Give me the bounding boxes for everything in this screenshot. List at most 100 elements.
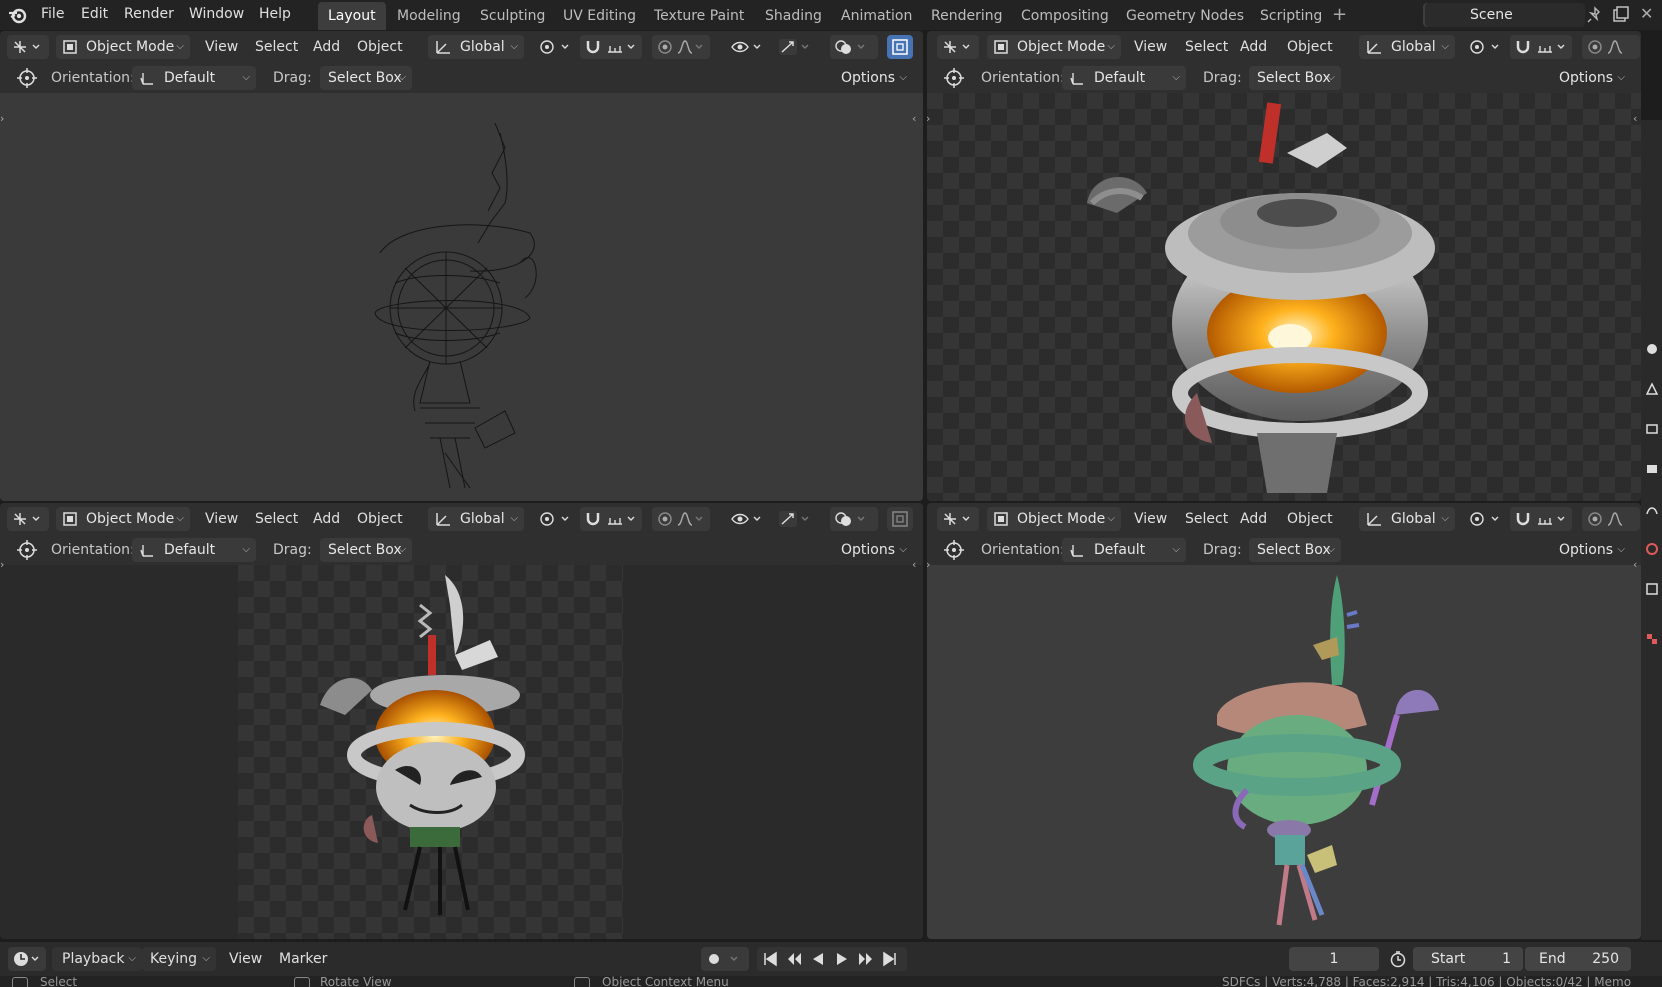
pivot-point-icon[interactable]	[1468, 38, 1504, 56]
orientation-dropdown[interactable]: Default ⌵	[132, 66, 256, 90]
magnet-icon[interactable]	[1514, 510, 1532, 528]
menu-file[interactable]: File	[41, 0, 64, 30]
mode-dropdown[interactable]: Object Mode ⌵	[987, 507, 1121, 531]
viewport-bottom-right[interactable]: Object Mode ⌵ View Select Add Object Glob…	[927, 503, 1641, 939]
snap-increment-icon[interactable]	[1536, 510, 1570, 528]
jump-end-icon[interactable]	[881, 950, 899, 968]
drag-dropdown[interactable]: Select Box ⌵	[320, 66, 412, 90]
viewport-top-right[interactable]: Object Mode ⌵ View Select Add Object Glob…	[927, 31, 1641, 501]
region-toggle-icon[interactable]: ‹	[912, 112, 916, 125]
menu-select[interactable]: Select	[1185, 507, 1228, 531]
menu-add[interactable]: Add	[313, 507, 340, 531]
mode-dropdown[interactable]: Object Mode ⌵	[56, 35, 190, 59]
play-reverse-icon[interactable]	[809, 950, 827, 968]
scene-properties-icon[interactable]	[1645, 502, 1659, 516]
region-toggle-icon[interactable]: ‹	[1633, 558, 1637, 571]
region-toggle-icon[interactable]: ›	[0, 112, 4, 125]
transform-orientation-dropdown[interactable]: Global ⌵	[428, 507, 524, 531]
options-dropdown[interactable]: Options ⌵	[833, 538, 913, 562]
orientation-dropdown[interactable]: Default ⌵	[1062, 66, 1186, 90]
snap-increment-icon[interactable]	[606, 510, 640, 528]
menu-add[interactable]: Add	[313, 35, 340, 59]
tab-scripting[interactable]: Scripting	[1250, 2, 1332, 30]
timeline-marker-menu[interactable]: Marker	[279, 947, 327, 971]
tab-shading[interactable]: Shading	[755, 2, 832, 30]
menu-add[interactable]: Add	[1240, 35, 1267, 59]
transform-orientation-dropdown[interactable]: Global ⌵	[1359, 35, 1455, 59]
tab-rendering[interactable]: Rendering	[921, 2, 1013, 30]
options-dropdown[interactable]: Options ⌵	[1551, 66, 1631, 90]
transform-tool-icon[interactable]	[15, 67, 39, 89]
transform-orientation-dropdown[interactable]: Global ⌵	[1359, 507, 1455, 531]
blender-logo-icon[interactable]	[8, 5, 28, 25]
editor-type-button[interactable]	[7, 507, 49, 531]
magnet-icon[interactable]	[584, 510, 602, 528]
viewport-canvas-rendered[interactable]	[927, 93, 1641, 501]
menu-view[interactable]: View	[205, 507, 238, 531]
options-dropdown[interactable]: Options ⌵	[833, 66, 913, 90]
render-properties-icon[interactable]	[1645, 382, 1659, 396]
proportional-editing-icon[interactable]	[656, 510, 674, 528]
viewport-canvas-wireframe[interactable]	[0, 93, 923, 501]
snap-increment-icon[interactable]	[1536, 38, 1570, 56]
editor-type-button[interactable]	[937, 507, 979, 531]
current-frame-field[interactable]: 1	[1289, 947, 1379, 971]
drag-dropdown[interactable]: Select Box ⌵	[1249, 66, 1341, 90]
jump-keyframe-back-icon[interactable]	[785, 950, 803, 968]
viewport-top-left[interactable]: Object Mode ⌵ View Select Add Object Glob…	[0, 31, 923, 501]
mode-dropdown[interactable]: Object Mode ⌵	[56, 507, 190, 531]
viewport-canvas-solid[interactable]	[927, 565, 1641, 939]
editor-type-button[interactable]	[937, 35, 979, 59]
jump-keyframe-forward-icon[interactable]	[857, 950, 875, 968]
start-frame-field[interactable]: Start 1	[1413, 947, 1523, 971]
falloff-icon[interactable]	[676, 510, 708, 528]
menu-select[interactable]: Select	[255, 35, 298, 59]
transform-orientation-dropdown[interactable]: Global ⌵	[428, 35, 524, 59]
collection-properties-icon[interactable]	[1645, 582, 1659, 596]
drag-dropdown[interactable]: Select Box ⌵	[1249, 538, 1341, 562]
pivot-point-icon[interactable]	[538, 510, 574, 528]
falloff-icon[interactable]	[1606, 510, 1638, 528]
viewport-canvas-camera[interactable]	[0, 565, 923, 939]
menu-view[interactable]: View	[1134, 507, 1167, 531]
visibility-icon[interactable]	[730, 38, 766, 56]
region-toggle-icon[interactable]: ›	[0, 558, 4, 571]
proportional-editing-icon[interactable]	[1586, 38, 1604, 56]
orientation-dropdown[interactable]: Default ⌵	[132, 538, 256, 562]
gizmo-icon[interactable]	[778, 38, 814, 56]
tab-compositing[interactable]: Compositing	[1011, 2, 1119, 30]
world-properties-icon[interactable]	[1645, 542, 1659, 556]
texture-properties-icon[interactable]	[1645, 632, 1659, 646]
menu-edit[interactable]: Edit	[81, 0, 108, 30]
tool-properties-icon[interactable]	[1645, 342, 1659, 356]
viewport-bottom-left[interactable]: Object Mode ⌵ View Select Add Object Glob…	[0, 503, 923, 939]
tab-modeling[interactable]: Modeling	[387, 2, 471, 30]
region-toggle-icon[interactable]: ›	[927, 112, 930, 125]
options-dropdown[interactable]: Options ⌵	[1551, 538, 1631, 562]
menu-select[interactable]: Select	[255, 507, 298, 531]
pin-icon[interactable]	[1586, 6, 1604, 24]
tab-texture-paint[interactable]: Texture Paint	[644, 2, 754, 30]
menu-view[interactable]: View	[205, 35, 238, 59]
end-frame-field[interactable]: End 250	[1525, 947, 1631, 971]
magnet-icon[interactable]	[1514, 38, 1532, 56]
tab-sculpting[interactable]: Sculpting	[470, 2, 555, 30]
tab-geometry-nodes[interactable]: Geometry Nodes	[1116, 2, 1254, 30]
add-workspace-button[interactable]: +	[1332, 0, 1347, 30]
auto-keying-toggle[interactable]	[701, 947, 749, 971]
new-scene-icon[interactable]	[1612, 5, 1630, 23]
menu-object[interactable]: Object	[357, 507, 403, 531]
xray-toggle[interactable]	[887, 35, 913, 59]
overlays-icon[interactable]	[834, 38, 874, 56]
timeline-view-menu[interactable]: View	[229, 947, 262, 971]
falloff-icon[interactable]	[676, 38, 708, 56]
menu-select[interactable]: Select	[1185, 35, 1228, 59]
snap-increment-icon[interactable]	[606, 38, 640, 56]
pivot-point-icon[interactable]	[538, 38, 574, 56]
menu-add[interactable]: Add	[1240, 507, 1267, 531]
jump-start-icon[interactable]	[761, 950, 779, 968]
transform-tool-icon[interactable]	[942, 539, 966, 561]
magnet-icon[interactable]	[584, 38, 602, 56]
play-icon[interactable]	[833, 950, 851, 968]
region-toggle-icon[interactable]: ‹	[1633, 112, 1637, 125]
